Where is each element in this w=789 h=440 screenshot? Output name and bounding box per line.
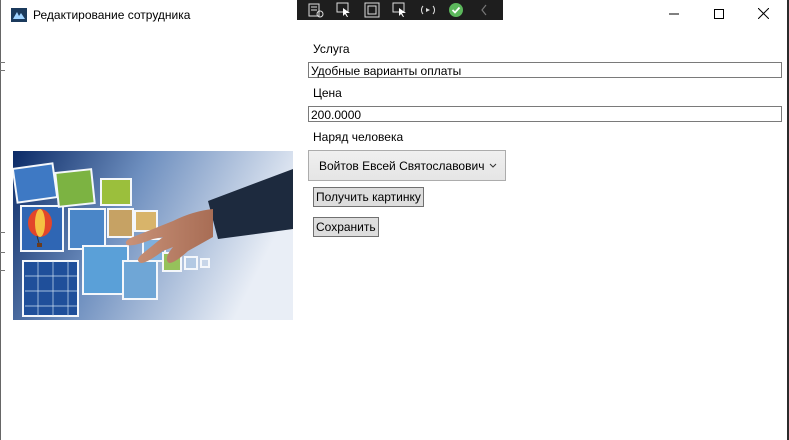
chevron-down-icon: [489, 159, 497, 168]
service-label: Услуга: [313, 42, 350, 56]
hot-reload-icon[interactable]: [419, 1, 437, 19]
window-edge-mark: [0, 252, 5, 253]
save-button[interactable]: Сохранить: [313, 217, 379, 237]
get-picture-button[interactable]: Получить картинку: [313, 187, 424, 207]
maximize-icon: [713, 8, 724, 22]
assignee-selected-value: Войтов Евсей Святославович: [319, 159, 485, 173]
window-edge-mark: [0, 70, 5, 71]
window-left-border: [0, 0, 1, 440]
select-element-icon[interactable]: [335, 1, 353, 19]
track-focus-icon[interactable]: [391, 1, 409, 19]
window-edge-mark: [0, 62, 5, 63]
window-edge-mark: [0, 232, 5, 233]
minimize-icon: [668, 8, 679, 22]
edit-employee-window: Редактирование сотрудника Услуга Удобные…: [0, 0, 789, 440]
app-icon: [11, 8, 27, 22]
price-label: Цена: [313, 86, 342, 100]
window-title: Редактирование сотрудника: [33, 8, 191, 22]
display-adorners-icon[interactable]: [363, 1, 381, 19]
binding-check-icon[interactable]: [447, 1, 465, 19]
xaml-debug-toolbar: [297, 0, 503, 20]
window-edge-mark: [0, 270, 5, 271]
close-icon: [757, 7, 770, 22]
price-input[interactable]: 200.0000: [308, 106, 782, 122]
assignee-select[interactable]: Войтов Евсей Святославович: [308, 150, 506, 181]
maximize-button[interactable]: [696, 0, 741, 30]
collapse-chevron-icon[interactable]: [475, 1, 493, 19]
live-visual-tree-icon[interactable]: [307, 1, 325, 19]
minimize-button[interactable]: [651, 0, 696, 30]
assignee-label: Наряд человека: [313, 130, 404, 144]
employee-picture: [13, 151, 293, 320]
close-button[interactable]: [741, 0, 786, 30]
service-input[interactable]: Удобные варианты оплаты: [308, 62, 782, 78]
